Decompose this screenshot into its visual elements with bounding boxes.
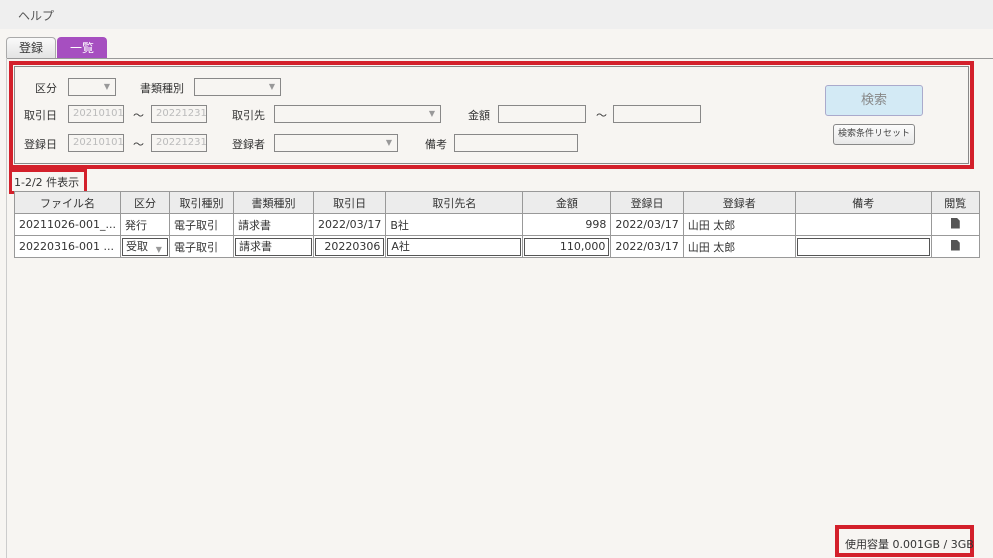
tourokusha-label: 登録者 [232, 138, 265, 151]
cell-kubun: 発行 [119, 213, 170, 236]
cell-tourokubi: 2022/03/17 [610, 213, 684, 236]
tourokusha-select[interactable] [274, 134, 398, 152]
kubun-label: 区分 [35, 82, 57, 95]
menu-bar [0, 0, 993, 29]
tilde: ～ [596, 109, 607, 122]
tilde: ～ [133, 138, 144, 151]
cell-tourokusha: 山田 太郎 [682, 213, 796, 236]
col-torihikisaki[interactable]: 取引先名 [385, 191, 524, 214]
kubun-edit-select[interactable]: 受取 [121, 237, 168, 258]
cell-view[interactable] [930, 235, 980, 258]
result-count: 1-2/2 件表示 [14, 176, 80, 189]
cell-kingaku: 998 [522, 213, 612, 236]
col-shorui[interactable]: 書類種別 [232, 191, 314, 214]
search-button[interactable]: 検索 [825, 85, 923, 116]
kingaku-from-input[interactable] [498, 105, 586, 123]
tilde: ～ [133, 109, 144, 122]
tab-list[interactable]: 一覧 [57, 37, 107, 59]
tourokubi-to-input[interactable]: 20221231 [151, 134, 207, 152]
cell-tourokubi: 2022/03/17 [610, 235, 684, 258]
kingaku-to-input[interactable] [613, 105, 701, 123]
cell-torihiki-type: 電子取引 [168, 213, 234, 236]
results-table: ファイル名 区分 取引種別 書類種別 取引日 取引先名 金額 登録日 登録者 備… [14, 191, 980, 258]
cell-torihiki-type: 電子取引 [168, 235, 234, 258]
table-header: ファイル名 区分 取引種別 書類種別 取引日 取引先名 金額 登録日 登録者 備… [14, 191, 980, 214]
cell-shorui: 請求書 [232, 213, 314, 236]
cell-view[interactable] [930, 213, 980, 236]
table-row: 20211026-001_... 発行 電子取引 請求書 2022/03/17 … [14, 213, 980, 236]
col-filename[interactable]: ファイル名 [14, 191, 121, 214]
table-row: 20220316-001 ... 受取 電子取引 請求書 20220306 A社… [14, 235, 980, 258]
col-tourokusha[interactable]: 登録者 [682, 191, 796, 214]
bikou-input[interactable] [454, 134, 578, 152]
shorui-edit-input[interactable]: 請求書 [234, 237, 312, 256]
help-menu[interactable]: ヘルプ [18, 7, 54, 24]
document-icon[interactable] [950, 217, 960, 229]
bikou-edit-input[interactable] [796, 237, 930, 256]
bikou-label: 備考 [425, 138, 447, 151]
col-view[interactable]: 閲覧 [930, 191, 980, 214]
shorui-select[interactable] [194, 78, 281, 96]
cell-filename: 20220316-001 ... [14, 235, 121, 258]
storage-usage: 使用容量 0.001GB / 3GB [845, 538, 974, 551]
col-torihiki-type[interactable]: 取引種別 [168, 191, 234, 214]
cell-filename: 20211026-001_... [14, 213, 121, 236]
shorui-label: 書類種別 [140, 82, 184, 95]
torihikibi-from-input[interactable]: 20210101 [68, 105, 124, 123]
cell-tourokusha: 山田 太郎 [682, 235, 796, 258]
cell-bikou [794, 213, 932, 236]
col-kubun[interactable]: 区分 [119, 191, 170, 214]
cell-torihikisaki: B社 [385, 213, 524, 236]
tab-divider [6, 58, 993, 59]
kubun-select[interactable] [68, 78, 116, 96]
cell-torihikibi: 2022/03/17 [312, 213, 387, 236]
document-icon[interactable] [950, 239, 960, 251]
tourokubi-label: 登録日 [24, 138, 57, 151]
tab-register[interactable]: 登録 [6, 37, 56, 59]
tourokubi-from-input[interactable]: 20210101 [68, 134, 124, 152]
col-torihikibi[interactable]: 取引日 [312, 191, 387, 214]
panel-border [6, 58, 7, 558]
reset-button[interactable]: 検索条件リセット [833, 124, 915, 145]
torihikibi-edit-input[interactable]: 20220306 [314, 237, 385, 256]
kingaku-label: 金額 [468, 109, 490, 122]
torihikisaki-select[interactable] [274, 105, 441, 123]
col-kingaku[interactable]: 金額 [522, 191, 612, 214]
torihikisaki-label: 取引先 [232, 109, 265, 122]
col-bikou[interactable]: 備考 [794, 191, 932, 214]
col-tourokubi[interactable]: 登録日 [610, 191, 684, 214]
torihikibi-to-input[interactable]: 20221231 [151, 105, 207, 123]
torihikisaki-edit-input[interactable]: A社 [387, 237, 522, 256]
kingaku-edit-input[interactable]: 110,000 [524, 237, 610, 256]
torihikibi-label: 取引日 [24, 109, 57, 122]
